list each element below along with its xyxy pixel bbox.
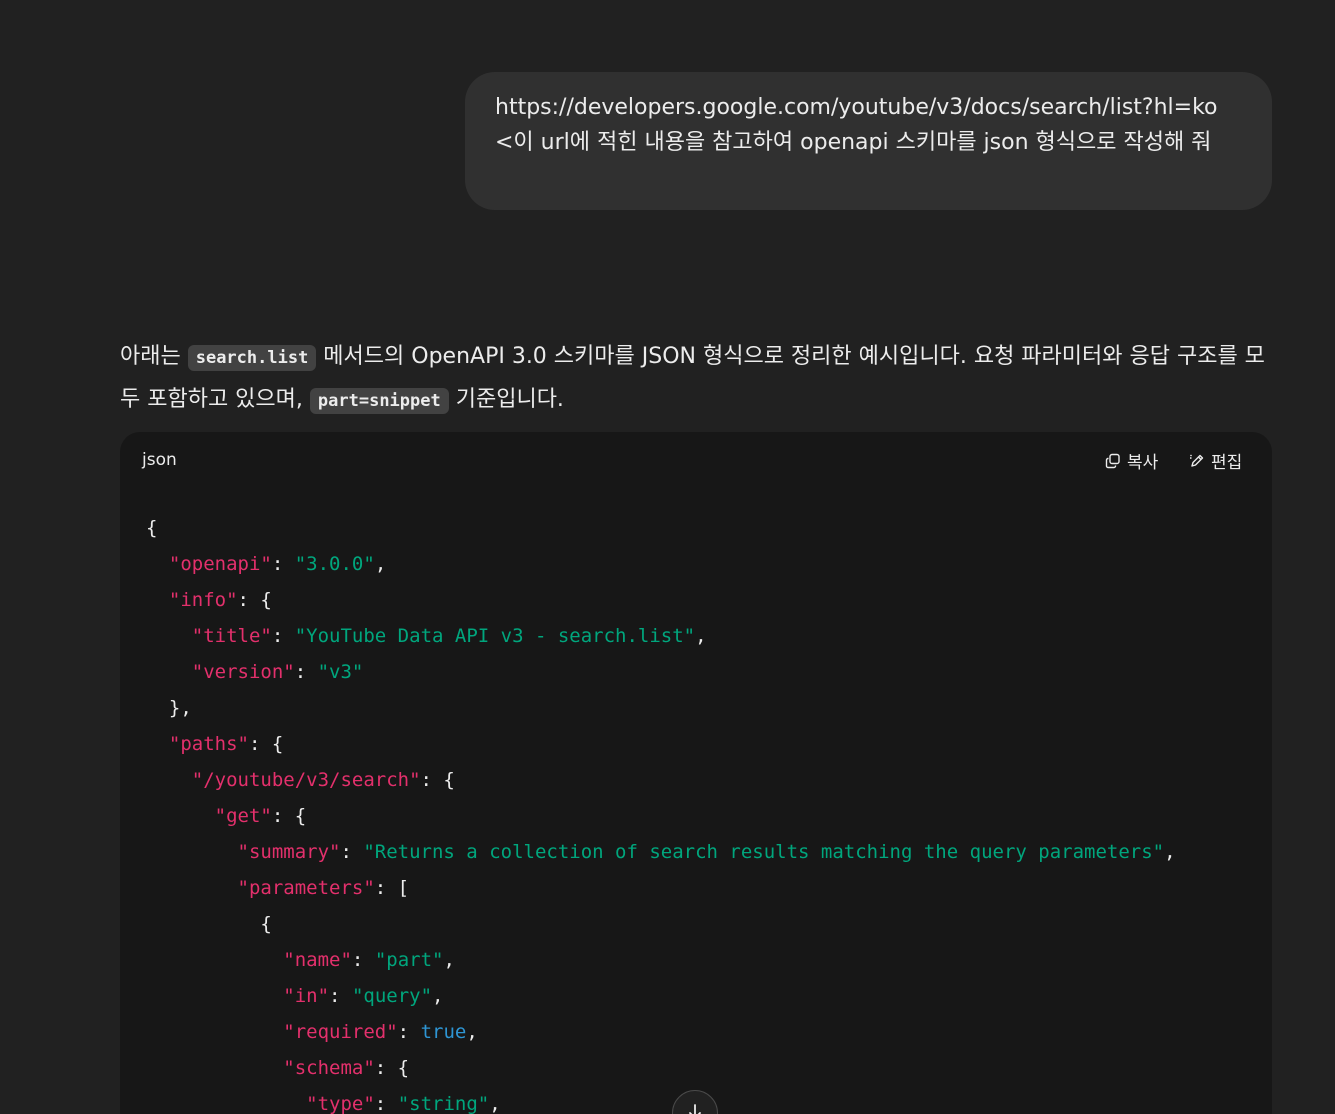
json-key: "parameters"	[237, 877, 375, 899]
json-punctuation	[146, 589, 169, 611]
assistant-intro-text-3: 기준입니다.	[448, 387, 564, 412]
json-string: "part"	[374, 949, 444, 971]
json-punctuation: : {	[271, 805, 307, 827]
assistant-intro-paragraph: 아래는 search.list 메서드의 OpenAPI 3.0 스키마를 JS…	[120, 336, 1280, 422]
json-punctuation	[146, 949, 283, 971]
json-punctuation: :	[271, 553, 295, 575]
json-key: "name"	[283, 949, 352, 971]
json-punctuation	[146, 661, 192, 683]
json-key: "/youtube/v3/search"	[191, 769, 421, 791]
json-key: "summary"	[237, 841, 341, 863]
json-punctuation	[146, 769, 192, 791]
code-line: "summary": "Returns a collection of sear…	[146, 834, 1176, 870]
copy-button[interactable]: 복사	[1105, 448, 1158, 473]
code-line: "parameters": [	[146, 870, 1176, 906]
code-content: { "openapi": "3.0.0", "info": { "title":…	[146, 510, 1176, 1114]
json-punctuation	[146, 625, 192, 647]
json-punctuation	[146, 1093, 306, 1114]
copy-icon	[1105, 453, 1121, 469]
code-line: "schema": {	[146, 1050, 1176, 1086]
code-line: {	[146, 906, 1176, 942]
json-key: "required"	[283, 1021, 398, 1043]
copy-label: 복사	[1127, 453, 1159, 473]
json-punctuation: ,	[432, 985, 444, 1007]
code-line: "get": {	[146, 798, 1176, 834]
code-line: "in": "query",	[146, 978, 1176, 1014]
json-punctuation: },	[146, 697, 192, 719]
chat-page: https://developers.google.com/youtube/v3…	[0, 0, 1335, 1114]
code-line: "title": "YouTube Data API v3 - search.l…	[146, 618, 1176, 654]
json-punctuation: :	[374, 1093, 398, 1114]
json-punctuation	[146, 553, 169, 575]
code-line: "version": "v3"	[146, 654, 1176, 690]
user-message-text: https://developers.google.com/youtube/v3…	[495, 95, 1218, 155]
json-punctuation: :	[351, 949, 375, 971]
json-punctuation: :	[271, 625, 295, 647]
json-punctuation	[146, 877, 238, 899]
code-line: {	[146, 510, 1176, 546]
json-key: "info"	[168, 589, 238, 611]
json-punctuation: : {	[237, 589, 272, 611]
json-punctuation: ,	[374, 553, 387, 575]
json-punctuation	[146, 1057, 283, 1079]
json-punctuation	[146, 805, 215, 827]
edit-pencil-icon	[1189, 453, 1205, 469]
code-line: "/youtube/v3/search": {	[146, 762, 1176, 798]
code-line: "name": "part",	[146, 942, 1176, 978]
json-key: "in"	[283, 985, 330, 1007]
json-punctuation: :	[329, 985, 352, 1007]
json-punctuation: : {	[374, 1057, 410, 1079]
json-punctuation: : {	[420, 769, 455, 791]
json-string: "query"	[351, 985, 433, 1007]
edit-button[interactable]: 편집	[1189, 448, 1242, 473]
json-punctuation: :	[294, 661, 318, 683]
json-punctuation	[146, 985, 283, 1007]
json-punctuation: :	[397, 1021, 421, 1043]
json-punctuation	[146, 1021, 283, 1043]
json-punctuation	[146, 841, 238, 863]
json-key: "schema"	[283, 1057, 375, 1079]
json-string: "string"	[397, 1093, 490, 1114]
json-key: "type"	[306, 1093, 375, 1114]
json-punctuation: : [	[374, 877, 410, 899]
json-key: "get"	[214, 805, 272, 827]
json-string: "YouTube Data API v3 - search.list"	[294, 625, 696, 647]
code-line: "required": true,	[146, 1014, 1176, 1050]
json-punctuation: ,	[695, 625, 707, 647]
code-line: "paths": {	[146, 726, 1176, 762]
json-string: "v3"	[317, 661, 364, 683]
arrow-down-icon	[686, 1103, 704, 1114]
code-line: "info": {	[146, 582, 1176, 618]
json-string: "3.0.0"	[294, 553, 375, 575]
json-punctuation: {	[146, 517, 158, 539]
code-block: json 복사 편집 {"openapi": "3.0.0", "info":…	[120, 432, 1272, 1114]
inline-code-method: search.list	[187, 345, 317, 371]
user-message-bubble: https://developers.google.com/youtube/v3…	[465, 72, 1272, 210]
json-punctuation: ,	[489, 1093, 501, 1114]
json-punctuation: ,	[466, 1021, 478, 1043]
json-punctuation	[146, 733, 169, 755]
code-line: "openapi": "3.0.0",	[146, 546, 1176, 582]
code-language-label: json	[142, 450, 177, 470]
edit-label: 편집	[1211, 453, 1243, 473]
json-punctuation: : {	[248, 733, 284, 755]
code-line: "type": "string",	[146, 1086, 1176, 1114]
inline-code-part: part=snippet	[309, 388, 449, 414]
assistant-intro-text-1: 아래는	[120, 344, 188, 369]
json-punctuation: :	[340, 841, 364, 863]
json-punctuation: {	[146, 913, 272, 935]
json-key: "version"	[191, 661, 295, 683]
json-string: "Returns a collection of search results …	[363, 841, 1165, 863]
code-block-header: json 복사 편집	[120, 432, 1272, 488]
json-punctuation: ,	[443, 949, 455, 971]
json-key: "paths"	[168, 733, 249, 755]
json-boolean: true	[420, 1021, 467, 1043]
json-key: "title"	[191, 625, 272, 647]
code-line: },	[146, 690, 1176, 726]
json-punctuation: ,	[1164, 841, 1176, 863]
json-key: "openapi"	[168, 553, 272, 575]
